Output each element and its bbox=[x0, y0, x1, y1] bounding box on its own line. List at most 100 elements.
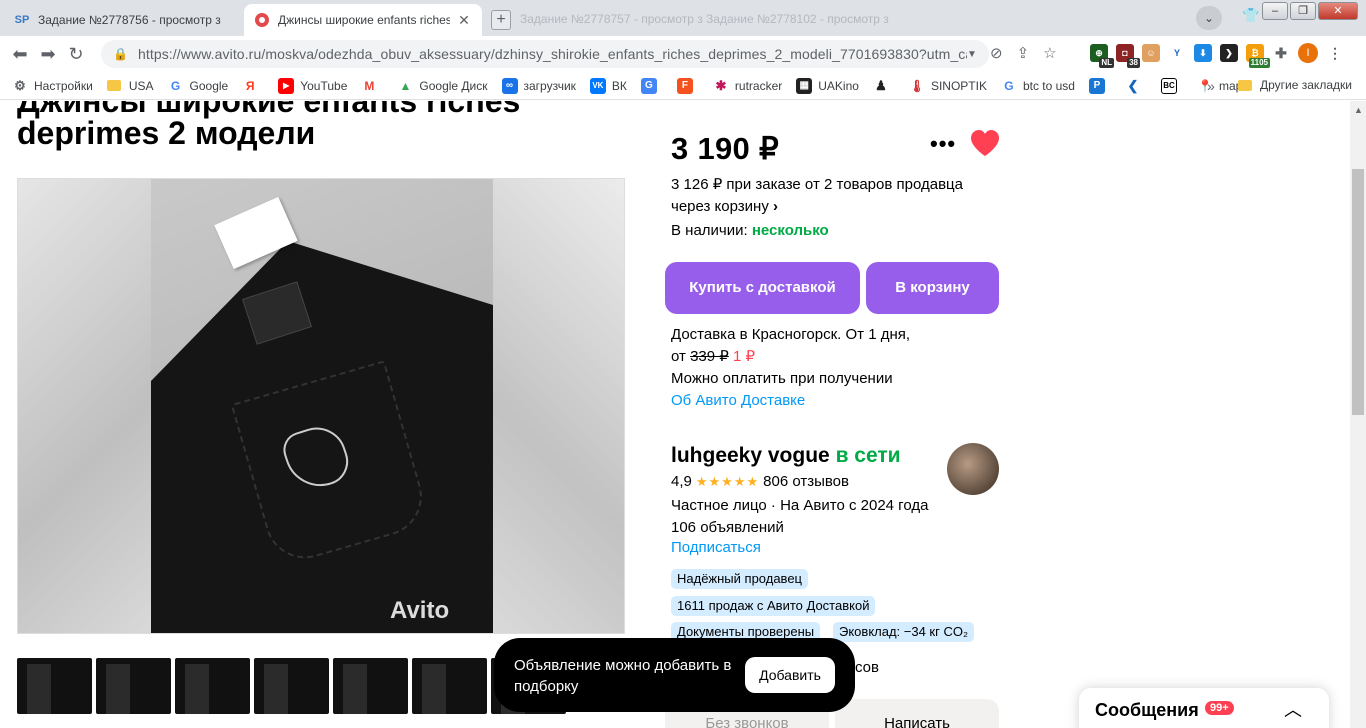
bookmarks-overflow-icon[interactable]: » bbox=[1207, 78, 1215, 94]
messages-widget[interactable]: Сообщения 99+ ︿ bbox=[1079, 688, 1329, 728]
lock-icon[interactable]: 🔒 bbox=[113, 47, 128, 61]
about-delivery-link[interactable]: Об Авито Доставке bbox=[671, 390, 1001, 412]
address-bar[interactable]: 🔒 https://www.avito.ru/moskva/odezhda_ob… bbox=[101, 40, 989, 68]
seller-badge[interactable]: 1611 продаж с Авито Доставкой bbox=[671, 596, 876, 616]
omnibox-icons: ⊘ ⇪ ☆ bbox=[990, 44, 1057, 62]
thumbnail[interactable] bbox=[96, 658, 171, 714]
new-tab-button[interactable]: + bbox=[491, 10, 511, 30]
write-message-button[interactable]: Написать bbox=[835, 699, 999, 728]
buy-with-delivery-button[interactable]: Купить с доставкой bbox=[665, 262, 860, 314]
bc-icon: BC bbox=[1160, 77, 1177, 94]
close-tab-icon[interactable]: ✕ bbox=[456, 12, 472, 28]
bookmark-other[interactable]: Другие закладки bbox=[1238, 78, 1352, 92]
profile-avatar[interactable]: I bbox=[1298, 43, 1318, 63]
stock-value: несколько bbox=[751, 222, 829, 239]
bookmark-gmail[interactable]: M bbox=[361, 78, 383, 94]
chevron-down-icon[interactable]: ▼ bbox=[967, 49, 981, 60]
bookmark-star-icon[interactable]: ☆ bbox=[1043, 44, 1056, 62]
gallery-blur-right bbox=[491, 179, 624, 633]
youtube-icon: ▶ bbox=[278, 77, 295, 94]
seller-avatar[interactable] bbox=[947, 443, 999, 495]
seller-badge[interactable]: Эковклад: −34 кг CO₂ bbox=[833, 622, 975, 642]
bookmark-google[interactable]: G Google bbox=[168, 78, 228, 94]
restore-icon[interactable]: ❐ bbox=[1290, 2, 1316, 20]
chevron-up-icon[interactable]: ︿ bbox=[1284, 696, 1302, 722]
chrome-menu-icon[interactable]: ⋮ bbox=[1326, 44, 1344, 62]
photo-gallery[interactable]: Avito bbox=[17, 178, 625, 634]
bookmark-sinoptik[interactable]: 🌡 SINOPTIK bbox=[909, 78, 987, 94]
bookmark-f[interactable]: F bbox=[676, 77, 699, 94]
tab-task[interactable]: SP Задание №2778756 - просмотр з bbox=[4, 4, 242, 36]
bookmark-btc-usd[interactable]: Gbtc to usd bbox=[1001, 78, 1075, 94]
bookmark-translate[interactable]: G bbox=[640, 77, 663, 94]
subscribe-link[interactable]: Подписаться bbox=[671, 539, 761, 556]
favorite-heart-icon[interactable] bbox=[969, 129, 1001, 162]
bitcoin-extension-icon[interactable]: ₿ 1105 bbox=[1246, 44, 1270, 68]
listing-title-line2: deprimes 2 модели bbox=[17, 115, 316, 151]
thumbnail[interactable] bbox=[254, 658, 329, 714]
price: 3 190 ₽ bbox=[671, 131, 780, 166]
bookmark-youtube[interactable]: ▶ YouTube bbox=[278, 77, 347, 94]
terminal-extension-icon[interactable]: ❯ bbox=[1220, 44, 1238, 62]
bookmark-arrow[interactable]: ❮ bbox=[1125, 78, 1147, 94]
bookmark-rutracker[interactable]: ✱ rutracker bbox=[713, 78, 782, 94]
extensions-bar: ⊕ NL ◘ 38 ☺ Y ⬇ ❯ ₿ 1105 ✚ I ⋮ bbox=[1090, 43, 1344, 68]
face-extension-icon[interactable]: ☺ bbox=[1142, 44, 1160, 62]
site-permissions-icon[interactable]: ⊘ bbox=[990, 44, 1003, 62]
jeans-photo[interactable] bbox=[151, 179, 493, 633]
cart-price-note[interactable]: 3 126 ₽ при заказе от 2 товаров продавца… bbox=[671, 174, 991, 218]
y-extension-icon[interactable]: Y bbox=[1168, 44, 1186, 62]
bookmark-downloader[interactable]: ∞ загрузчик bbox=[501, 77, 576, 94]
reviews-count[interactable]: 806 отзывов bbox=[763, 473, 849, 490]
add-to-cart-button[interactable]: В корзину bbox=[866, 262, 999, 314]
seller-name[interactable]: luhgeeky vogue в сети bbox=[671, 444, 901, 468]
bookmark-vk[interactable]: VK ВК bbox=[589, 77, 627, 94]
bookmark-yandex[interactable]: Я bbox=[242, 78, 264, 94]
hidden-tabs: Задание №2778757 - просмотр з Задание №2… bbox=[520, 12, 889, 26]
gmail-icon: M bbox=[364, 78, 375, 93]
avito-watermark: Avito bbox=[390, 597, 450, 624]
back-icon[interactable]: ⬅ bbox=[6, 40, 34, 68]
seller-badge[interactable]: Надёжный продавец bbox=[671, 569, 808, 589]
share-icon[interactable]: ⇪ bbox=[1017, 44, 1030, 62]
shirt-icon[interactable]: 👕 bbox=[1242, 7, 1259, 24]
avito-listing-page: Джинсы широкие enfants riches deprimes 2… bbox=[0, 101, 1350, 728]
scrollbar-thumb[interactable] bbox=[1352, 169, 1364, 415]
vpn-extension-icon[interactable]: ⊕ NL bbox=[1090, 44, 1114, 68]
bookmark-usa[interactable]: USA bbox=[106, 79, 154, 93]
puzzle-icon[interactable]: ✚ bbox=[1272, 44, 1290, 62]
toast-add-button[interactable]: Добавить bbox=[745, 657, 835, 693]
forward-icon[interactable]: ➡ bbox=[34, 40, 62, 68]
cart-price-line2: через корзину bbox=[671, 198, 769, 215]
page-scrollbar[interactable]: ▲ bbox=[1350, 101, 1366, 728]
url-text[interactable]: https://www.avito.ru/moskva/odezhda_obuv… bbox=[138, 46, 967, 62]
bookmark-settings[interactable]: ⚙ Настройки bbox=[12, 78, 93, 94]
p-icon: P bbox=[1088, 77, 1105, 94]
reload-icon[interactable]: ↻ bbox=[62, 40, 90, 68]
scroll-up-icon[interactable]: ▲ bbox=[1354, 105, 1363, 115]
browser-toolbar: ⬅ ➡ ↻ 🔒 https://www.avito.ru/moskva/odez… bbox=[0, 36, 1366, 72]
thumbnail[interactable] bbox=[175, 658, 250, 714]
thumbnail[interactable] bbox=[412, 658, 487, 714]
cart-price-line1: 3 126 ₽ при заказе от 2 товаров продавца bbox=[671, 176, 963, 193]
tab-avito[interactable]: Джинсы широкие enfants riches c ✕ bbox=[244, 4, 482, 36]
shield-extension-icon[interactable]: ◘ 38 bbox=[1116, 44, 1140, 68]
thermometer-icon: 🌡 bbox=[909, 78, 925, 93]
close-window-icon[interactable]: ✕ bbox=[1318, 2, 1358, 20]
thumbnail[interactable] bbox=[333, 658, 408, 714]
bookmark-drive[interactable]: ▲ Google Диск bbox=[397, 78, 487, 94]
bookmark-pawn[interactable]: ♟ bbox=[873, 78, 895, 94]
tab-search-icon[interactable]: ⌄ bbox=[1196, 6, 1222, 30]
minimize-icon[interactable]: – bbox=[1262, 2, 1288, 20]
sp-favicon-icon: SP bbox=[14, 14, 30, 26]
bookmarks-bar: ⚙ Настройки USA G Google Я ▶ YouTube M ▲ Goo… bbox=[0, 72, 1366, 100]
download-extension-icon[interactable]: ⬇ bbox=[1194, 44, 1212, 62]
f-icon: F bbox=[676, 77, 693, 94]
bookmark-p[interactable]: P bbox=[1088, 77, 1111, 94]
bookmark-bc[interactable]: BC bbox=[1160, 77, 1183, 94]
more-options-icon[interactable]: ••• bbox=[930, 131, 956, 157]
tab-strip: SP Задание №2778756 - просмотр з Джинсы … bbox=[0, 0, 1366, 36]
seller-rating[interactable]: 4,9 ★★★★★ 806 отзывов bbox=[671, 473, 849, 490]
bookmark-uakino[interactable]: ▦ UAKino bbox=[796, 77, 859, 94]
thumbnail[interactable] bbox=[17, 658, 92, 714]
